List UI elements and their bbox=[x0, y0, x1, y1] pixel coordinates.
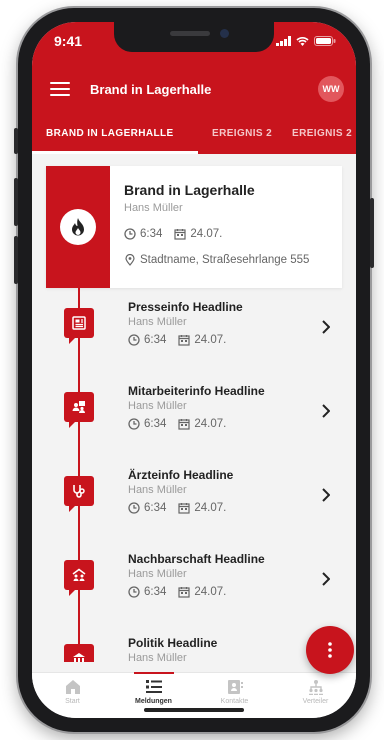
chevron-right-icon[interactable] bbox=[321, 320, 330, 334]
message-time: 6:34 bbox=[144, 502, 167, 514]
neighborhood-icon bbox=[64, 560, 94, 596]
contacts-icon bbox=[227, 680, 243, 694]
distribution-icon bbox=[308, 680, 323, 695]
screen: 9:41 Brand in Lagerhalle WW BRAND IN LAG… bbox=[32, 22, 356, 718]
message-item-presseinfo[interactable]: Presseinfo Headline Hans Müller 6:34 24.… bbox=[32, 294, 356, 378]
main-event-author: Hans Müller bbox=[124, 202, 183, 214]
message-date: 24.07. bbox=[194, 586, 227, 598]
nav-item-start[interactable]: Start bbox=[32, 673, 113, 718]
calendar-icon bbox=[178, 419, 190, 430]
mute-switch bbox=[14, 128, 18, 154]
more-actions-button[interactable] bbox=[306, 626, 354, 674]
message-time: 6:34 bbox=[144, 334, 167, 346]
messages-content: Brand in Lagerhalle Hans Müller 6:34 24.… bbox=[32, 154, 356, 662]
list-icon bbox=[145, 680, 162, 693]
avatar[interactable]: WW bbox=[318, 76, 344, 102]
power-button bbox=[370, 198, 374, 268]
message-datetime: 6:34 24.07. bbox=[128, 502, 226, 514]
volume-down-button bbox=[14, 236, 18, 284]
nav-label-meldungen: Meldungen bbox=[135, 698, 172, 705]
phone-frame: 9:41 Brand in Lagerhalle WW BRAND IN LAG… bbox=[14, 8, 374, 732]
chevron-right-icon[interactable] bbox=[321, 404, 330, 418]
message-time: 6:34 bbox=[144, 418, 167, 430]
battery-icon bbox=[314, 36, 336, 46]
calendar-icon bbox=[178, 503, 190, 514]
chevron-right-icon[interactable] bbox=[321, 488, 330, 502]
team-presentation-icon bbox=[64, 392, 94, 428]
message-title: Politik Headline bbox=[128, 636, 218, 650]
active-nav-indicator bbox=[133, 672, 174, 674]
app-bar: Brand in Lagerhalle WW bbox=[32, 74, 356, 104]
message-date: 24.07. bbox=[194, 418, 227, 430]
main-event-date: 24.07. bbox=[190, 228, 223, 240]
message-datetime: 6:34 24.07. bbox=[128, 334, 226, 346]
menu-icon[interactable] bbox=[50, 82, 70, 96]
chevron-right-icon[interactable] bbox=[321, 572, 330, 586]
message-item-nachbarschaft[interactable]: Nachbarschaft Headline Hans Müller 6:34 … bbox=[32, 546, 356, 630]
status-time: 9:41 bbox=[54, 33, 83, 49]
main-event-location: Stadtname, Straßesehrlange 555 bbox=[140, 254, 310, 266]
main-event-card[interactable]: Brand in Lagerhalle Hans Müller 6:34 24.… bbox=[46, 166, 342, 288]
message-author: Hans Müller bbox=[128, 568, 187, 580]
nav-item-verteiler[interactable]: Verteiler bbox=[275, 673, 356, 718]
message-datetime: 6:34 24.07. bbox=[128, 418, 226, 430]
location-pin-icon bbox=[125, 254, 135, 266]
calendar-icon bbox=[178, 335, 190, 346]
flame-icon bbox=[60, 209, 96, 245]
main-event-location-row: Stadtname, Straßesehrlange 555 bbox=[124, 254, 309, 266]
message-title: Ärzteinfo Headline bbox=[128, 468, 234, 482]
clock-icon bbox=[128, 334, 140, 346]
volume-up-button bbox=[14, 178, 18, 226]
nav-label-kontakte: Kontakte bbox=[220, 698, 249, 705]
main-event-icon-block bbox=[46, 166, 110, 288]
tab-ereignis-3[interactable]: EREIGNIS 2 bbox=[292, 128, 352, 139]
calendar-icon bbox=[178, 587, 190, 598]
stethoscope-icon bbox=[64, 476, 94, 512]
message-title: Presseinfo Headline bbox=[128, 300, 243, 314]
clock-icon bbox=[128, 418, 140, 430]
message-time: 6:34 bbox=[144, 586, 167, 598]
tab-ereignis-2[interactable]: EREIGNIS 2 bbox=[212, 128, 272, 139]
more-vertical-icon bbox=[328, 642, 332, 658]
government-building-icon bbox=[64, 644, 94, 662]
tab-brand-in-lagerhalle[interactable]: BRAND IN LAGERHALLE bbox=[46, 128, 174, 139]
message-author: Hans Müller bbox=[128, 400, 187, 412]
newspaper-icon bbox=[64, 308, 94, 344]
home-icon bbox=[65, 680, 80, 694]
main-event-datetime: 6:34 24.07. bbox=[124, 228, 222, 240]
app-bar-title: Brand in Lagerhalle bbox=[90, 82, 212, 97]
message-author: Hans Müller bbox=[128, 316, 187, 328]
message-item-mitarbeiterinfo[interactable]: Mitarbeiterinfo Headline Hans Müller 6:3… bbox=[32, 378, 356, 462]
message-title: Nachbarschaft Headline bbox=[128, 552, 265, 566]
signal-icon bbox=[276, 36, 291, 46]
main-event-title: Brand in Lagerhalle bbox=[124, 182, 255, 198]
message-author: Hans Müller bbox=[128, 484, 187, 496]
wifi-icon bbox=[296, 37, 309, 46]
message-datetime: 6:34 24.07. bbox=[128, 586, 226, 598]
status-icons bbox=[276, 36, 336, 46]
nav-label-verteiler: Verteiler bbox=[302, 698, 329, 705]
message-item-aerzteinfo[interactable]: Ärzteinfo Headline Hans Müller 6:34 24.0… bbox=[32, 462, 356, 546]
event-tabs: BRAND IN LAGERHALLE EREIGNIS 2 EREIGNIS … bbox=[32, 118, 356, 154]
message-date: 24.07. bbox=[194, 334, 227, 346]
status-bar: 9:41 bbox=[32, 22, 356, 62]
clock-icon bbox=[128, 502, 140, 514]
message-author: Hans Müller bbox=[128, 652, 187, 662]
message-title: Mitarbeiterinfo Headline bbox=[128, 384, 265, 398]
calendar-icon bbox=[174, 229, 186, 240]
clock-icon bbox=[124, 228, 136, 240]
message-date: 24.07. bbox=[194, 502, 227, 514]
home-indicator[interactable] bbox=[144, 708, 244, 712]
nav-label-start: Start bbox=[65, 698, 80, 705]
clock-icon bbox=[128, 586, 140, 598]
main-event-time: 6:34 bbox=[140, 228, 163, 240]
